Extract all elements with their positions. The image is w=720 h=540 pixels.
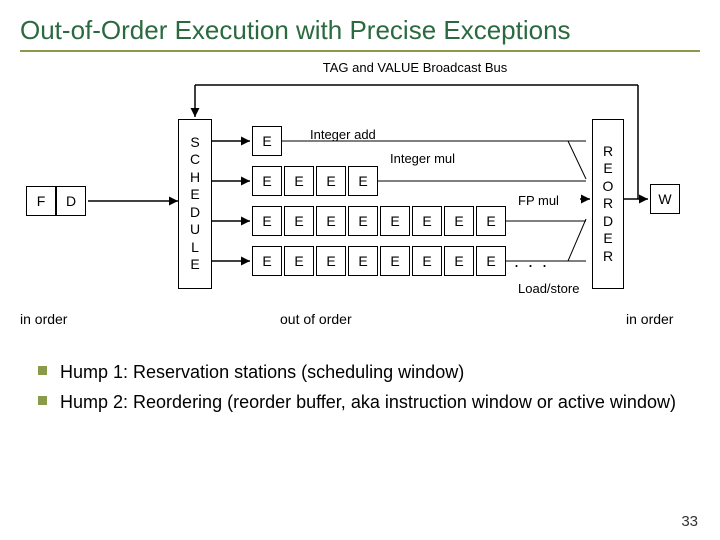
reorder-letter: D [603,213,613,231]
schedule-letter: U [190,221,200,239]
label-int-mul: Integer mul [390,151,455,166]
schedule-letter: L [191,239,199,257]
label-fp-mul: FP mul [518,193,559,208]
stage-f: F [26,186,56,216]
label-load-store: Load/store [518,281,579,296]
reorder-letter: R [603,143,613,161]
e-cell: E [284,206,314,236]
e-cell: E [380,206,410,236]
e-cell: E [412,246,442,276]
slide-number: 33 [681,513,698,530]
pipeline-diagram: F D S C H E D U L E E Integer add E E E … [20,79,680,339]
label-int-add: Integer add [310,127,376,142]
e-cell: E [316,166,346,196]
ellipsis-icon: . . . [514,251,549,272]
stage-d: D [56,186,86,216]
phase-in-order-left: in order [20,311,67,327]
e-cell: E [476,246,506,276]
phase-out-of-order: out of order [280,311,352,327]
schedule-letter: D [190,204,200,222]
e-cell: E [316,206,346,236]
bullet-list: Hump 1: Reservation stations (scheduling… [38,359,700,415]
e-cell: E [348,206,378,236]
reorder-letter: R [603,195,613,213]
e-cell: E [284,166,314,196]
reorder-letter: O [603,178,614,196]
e-cell: E [444,206,474,236]
e-cell: E [380,246,410,276]
e-cell: E [252,126,282,156]
stage-w: W [650,184,680,214]
schedule-letter: C [190,151,200,169]
reorder-box: R E O R D E R [592,119,624,289]
e-cell: E [444,246,474,276]
e-cell: E [284,246,314,276]
bullet-item: Hump 1: Reservation stations (scheduling… [38,359,700,385]
bus-label: TAG and VALUE Broadcast Bus [130,60,700,75]
schedule-letter: S [190,134,199,152]
schedule-letter: H [190,169,200,187]
reorder-letter: R [603,248,613,266]
reorder-letter: E [603,160,612,178]
e-cell: E [252,246,282,276]
bullet-item: Hump 2: Reordering (reorder buffer, aka … [38,389,700,415]
schedule-box: S C H E D U L E [178,119,212,289]
e-cell: E [316,246,346,276]
e-cell: E [348,246,378,276]
page-title: Out-of-Order Execution with Precise Exce… [20,16,700,52]
schedule-letter: E [190,186,199,204]
e-cell: E [252,166,282,196]
e-cell: E [476,206,506,236]
e-cell: E [252,206,282,236]
e-cell: E [412,206,442,236]
schedule-letter: E [190,256,199,274]
e-cell: E [348,166,378,196]
reorder-letter: E [603,230,612,248]
phase-in-order-right: in order [626,311,673,327]
